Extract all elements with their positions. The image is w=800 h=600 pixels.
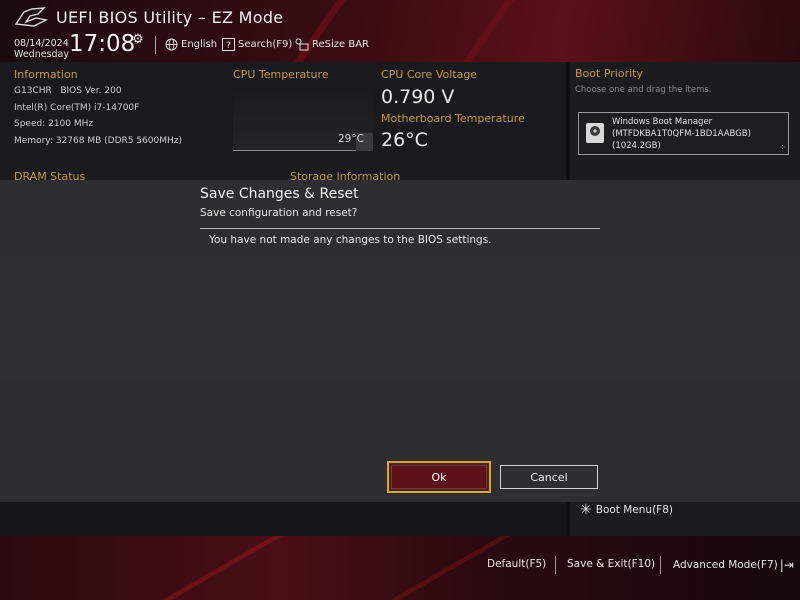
boot-menu-button[interactable]: ✳ Boot Menu(F8) [580,502,673,518]
boot-item[interactable]: Windows Boot Manager (MTFDKBA1T0QFM-1BD1… [578,112,789,155]
boot-item-size: (1024.2GB) [612,141,661,151]
globe-icon [165,38,178,51]
gear-icon[interactable]: ⚙ [132,32,144,47]
language-button[interactable]: English [165,38,217,51]
drag-handle-icon[interactable]: ⁘ [779,143,786,152]
dialog-message: You have not made any changes to the BIO… [209,234,492,246]
cpu-name: Intel(R) Core(TM) i7-14700F [14,103,140,113]
header-bar: UEFI BIOS Utility – EZ Mode 08/14/2024 W… [0,0,800,62]
svg-text:?: ? [226,41,231,51]
system-model: G13CHR BIOS Ver. 200 [14,86,122,96]
footer-divider [660,556,661,574]
memory-info: Memory: 32768 MB (DDR5 5600MHz) [14,136,183,146]
cancel-button[interactable]: Cancel [500,465,598,489]
footer-divider [555,556,556,574]
dashboard-bottom-panel [0,502,566,536]
cpu-core-voltage-value: 0.790 V [381,86,455,108]
information-label: Information [14,68,78,81]
motherboard-temperature-value: 26°C [381,129,428,151]
search-icon: ? [222,38,235,51]
app-title: UEFI BIOS Utility – EZ Mode [56,8,284,27]
language-label: English [181,39,218,50]
search-label: Search(F9) [238,39,293,50]
exit-icon: |⇥ [779,558,794,572]
advanced-mode-button[interactable]: Advanced Mode(F7) |⇥ [673,558,794,572]
disk-icon [586,123,604,143]
default-button[interactable]: Default(F5) [487,558,546,570]
cpu-speed: Speed: 2100 MHz [14,119,94,129]
resize-bar-icon [295,38,309,51]
cpu-temperature-baseline [233,150,358,151]
date-text: 08/14/2024 [14,38,69,49]
cpu-temperature-label: CPU Temperature [233,68,329,81]
boot-priority-hint: Choose one and drag the items. [575,85,712,95]
motherboard-temperature-label: Motherboard Temperature [381,112,525,125]
cpu-core-voltage-label: CPU Core Voltage [381,68,478,81]
boot-item-model: (MTFDKBA1T0QFM-1BD1AABGB) [612,129,751,139]
weekday-text: Wednesday [14,49,70,60]
header-divider [155,36,156,54]
date-display: 08/14/2024 Wednesday [14,38,69,60]
boot-item-name: Windows Boot Manager [612,117,713,127]
model-text: G13CHR [14,86,52,96]
boot-priority-label: Boot Priority [575,67,643,80]
clock: 17:08 [69,31,136,57]
dialog-divider [200,228,600,229]
save-exit-button[interactable]: Save & Exit(F10) [567,558,655,570]
cpu-temperature-value: 29°C [338,133,364,145]
ok-button[interactable]: Ok [391,465,487,489]
resize-bar-label: ReSize BAR [312,39,370,50]
dialog-subtitle: Save configuration and reset? [200,207,358,219]
resize-bar-button[interactable]: ReSize BAR [295,38,369,51]
dialog-title: Save Changes & Reset [200,186,359,202]
bios-version: BIOS Ver. 200 [60,86,122,96]
advanced-mode-label: Advanced Mode(F7) [673,559,778,571]
boot-menu-icon: ✳ [580,502,592,518]
boot-menu-label: Boot Menu(F8) [595,504,673,516]
search-button[interactable]: ? Search(F9) [222,38,292,51]
rog-logo-icon [14,7,48,27]
